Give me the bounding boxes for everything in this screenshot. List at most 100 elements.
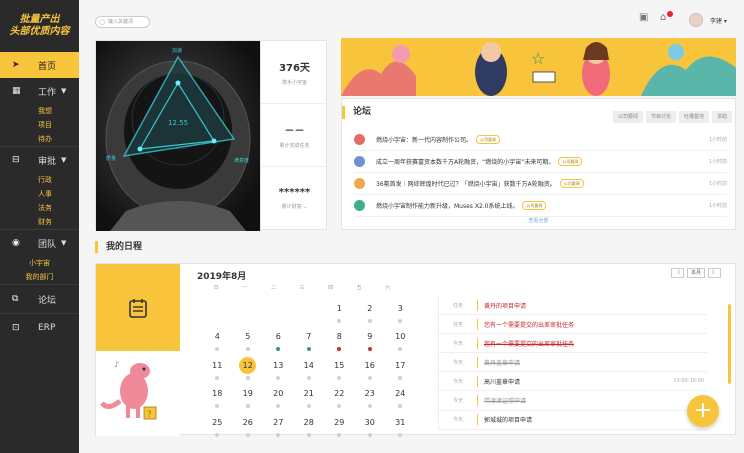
event-item[interactable]: 任务 您有一个需要提交的出差审批任务 bbox=[439, 315, 708, 335]
calendar-day-empty bbox=[263, 297, 294, 326]
sidebar-subitem[interactable]: 行政 bbox=[38, 173, 79, 187]
calendar-day[interactable]: 12 bbox=[233, 354, 264, 383]
work-submenu: 我想 项目 待办 bbox=[0, 104, 79, 146]
calendar-day[interactable]: 19 bbox=[233, 383, 264, 412]
profile-card: 加速 质量 满意度 12.55 376天 携手小宇宙 －－ 累计完成任务 ***… bbox=[95, 40, 328, 231]
app-root: 批量产出 头部优质内容 ➤ 首页 ▦ 工作 ▼ 我想 项目 待办 ⊟ 审批 ▼ … bbox=[0, 0, 744, 453]
day-number bbox=[239, 300, 256, 317]
prev-month-button[interactable]: 〈 bbox=[670, 268, 684, 278]
calendar-day[interactable]: 4 bbox=[202, 326, 233, 355]
calendar-day[interactable]: 8 bbox=[324, 326, 355, 355]
event-marker bbox=[398, 375, 403, 380]
calendar-day[interactable]: 16 bbox=[355, 354, 386, 383]
calendar-day[interactable]: 20 bbox=[263, 383, 294, 412]
calendar-day[interactable]: 21 bbox=[294, 383, 325, 412]
calendar-day[interactable]: 9 bbox=[355, 326, 386, 355]
calendar-day[interactable]: 15 bbox=[324, 354, 355, 383]
banner[interactable]: ☆ bbox=[341, 38, 736, 96]
event-item[interactable]: 今天 高川盖章申请 13:00-15:00 bbox=[439, 372, 708, 392]
calendar-day[interactable]: 11 bbox=[202, 354, 233, 383]
search-input[interactable]: ○ 输入关键词 bbox=[95, 16, 150, 28]
event-text: 高川盖章申请 bbox=[484, 378, 521, 386]
view-all-link[interactable]: 查看全部 bbox=[342, 217, 735, 224]
list-item[interactable]: 燃烧小宇宙：新一代内容制作公司。 公司要闻 1小时前 bbox=[354, 129, 727, 151]
calendar-day[interactable]: 6 bbox=[263, 326, 294, 355]
calendar-day[interactable]: 10 bbox=[385, 326, 416, 355]
calendar-day[interactable]: 27 bbox=[263, 411, 294, 440]
event-item[interactable]: 今天 黄丹盖章申请 bbox=[439, 353, 708, 373]
bell-icon[interactable]: ⌂ bbox=[660, 12, 666, 23]
calendar-day[interactable]: 13 bbox=[263, 354, 294, 383]
calendar-day[interactable]: 5 bbox=[233, 326, 264, 355]
caret-down-icon: ▼ bbox=[61, 87, 67, 95]
avatar[interactable] bbox=[689, 13, 703, 27]
logo-line-2: 头部优质内容 bbox=[9, 26, 70, 37]
event-item[interactable]: 今天 带津津证照申请 bbox=[439, 391, 708, 411]
sidebar-subitem[interactable]: 小宇宙 bbox=[0, 256, 79, 270]
tab-company-news[interactable]: 公司要闻 bbox=[612, 111, 643, 123]
calendar-day[interactable]: 25 bbox=[202, 411, 233, 440]
calendar-day[interactable]: 29 bbox=[324, 411, 355, 440]
topbar: ○ 输入关键词 ▣ ⌂ 李建 ▾ bbox=[79, 0, 744, 40]
current-month-button[interactable]: 本月 bbox=[686, 268, 705, 278]
sidebar-subitem[interactable]: 我的部门 bbox=[0, 270, 79, 284]
calendar-icon[interactable]: ▣ bbox=[639, 12, 648, 23]
calendar-day[interactable]: 31 bbox=[385, 411, 416, 440]
sidebar-item-label: 团队 bbox=[38, 239, 57, 250]
list-item[interactable]: 36氪首发｜网综辉煌时代已过？「燃烧小宇宙」获数千万A轮融资。 公司要闻 1小时… bbox=[354, 173, 727, 195]
sidebar-subitem[interactable]: 我想 bbox=[38, 104, 79, 118]
sidebar-subitem[interactable]: 项目 bbox=[38, 118, 79, 132]
tab-show-discussion[interactable]: 节目讨论 bbox=[645, 111, 676, 123]
scrollbar[interactable] bbox=[728, 304, 731, 384]
sidebar-subitem[interactable]: 法务 bbox=[38, 201, 79, 215]
calendar-day[interactable]: 22 bbox=[324, 383, 355, 412]
add-button[interactable]: + bbox=[687, 395, 719, 427]
calendar-day[interactable]: 14 bbox=[294, 354, 325, 383]
astronaut-image: 加速 质量 满意度 12.55 bbox=[96, 41, 260, 231]
event-item[interactable]: 今天 您有一个需要提交的出差审批任务 bbox=[439, 334, 708, 354]
sidebar-subitem[interactable]: 待办 bbox=[38, 132, 79, 146]
event-item[interactable]: 任务 黄丹的项目申请 bbox=[439, 296, 708, 316]
calendar-day[interactable]: 28 bbox=[294, 411, 325, 440]
weekday-label: 六 bbox=[385, 285, 391, 291]
calendar-day[interactable]: 1 bbox=[324, 297, 355, 326]
calendar-day[interactable]: 17 bbox=[385, 354, 416, 383]
calendar-day[interactable]: 30 bbox=[355, 411, 386, 440]
sidebar-item-erp[interactable]: ⊡ ERP bbox=[0, 314, 79, 342]
event-marker bbox=[215, 404, 220, 409]
calendar-day[interactable]: 7 bbox=[294, 326, 325, 355]
sidebar-item-work[interactable]: ▦ 工作 ▼ bbox=[0, 78, 79, 104]
post-tag: 公司要闻 bbox=[558, 157, 583, 166]
day-number: 2 bbox=[367, 303, 373, 313]
calculator-icon: ▦ bbox=[12, 86, 21, 96]
stat-wealth[interactable]: ****** 累计财富 ⌄ bbox=[260, 167, 328, 230]
day-number: 10 bbox=[395, 332, 406, 342]
next-month-button[interactable]: 〉 bbox=[707, 268, 721, 278]
caret-down-icon: ▼ bbox=[61, 239, 67, 247]
list-item[interactable]: 成立一周年获赛富资本数千万A轮融资，“燃烧的小宇宙”未来可期。 公司要闻 1小时… bbox=[354, 151, 727, 173]
calendar-day[interactable]: 2 bbox=[355, 297, 386, 326]
list-item[interactable]: 燃烧小宇宙制作能力新升级，Muses X2.0系统上线。 公司要闻 1小时前 bbox=[354, 195, 727, 217]
sidebar-item-forum[interactable]: ⧉ 论坛 bbox=[0, 285, 79, 313]
sidebar-subitem[interactable]: 人事 bbox=[38, 187, 79, 201]
tab-rant-base[interactable]: 吐槽基地 bbox=[678, 111, 709, 123]
event-marker bbox=[398, 432, 403, 437]
calendar-day[interactable]: 18 bbox=[202, 383, 233, 412]
user-menu[interactable]: 李建 ▾ bbox=[710, 16, 727, 25]
calendar-day[interactable]: 3 bbox=[385, 297, 416, 326]
event-item[interactable]: 今天 郭城城的项目申请 bbox=[439, 411, 708, 430]
sidebar-item-home[interactable]: ➤ 首页 bbox=[0, 52, 79, 78]
event-marker bbox=[337, 347, 342, 352]
day-number: 3 bbox=[397, 303, 403, 313]
calendar-day[interactable]: 24 bbox=[385, 383, 416, 412]
sidebar-item-approve[interactable]: ⊟ 审批 ▼ bbox=[0, 147, 79, 173]
calendar-day[interactable]: 26 bbox=[233, 411, 264, 440]
day-number: 29 bbox=[334, 417, 345, 427]
tab-help[interactable]: 求助 bbox=[711, 111, 732, 123]
sidebar-subitem[interactable]: 财务 bbox=[38, 215, 79, 229]
event-marker bbox=[337, 318, 342, 323]
sidebar-item-team[interactable]: ◉ 团队 ▼ bbox=[0, 230, 79, 256]
day-number bbox=[209, 300, 226, 317]
radar-label-right: 满意度 bbox=[234, 158, 250, 164]
calendar-day[interactable]: 23 bbox=[355, 383, 386, 412]
